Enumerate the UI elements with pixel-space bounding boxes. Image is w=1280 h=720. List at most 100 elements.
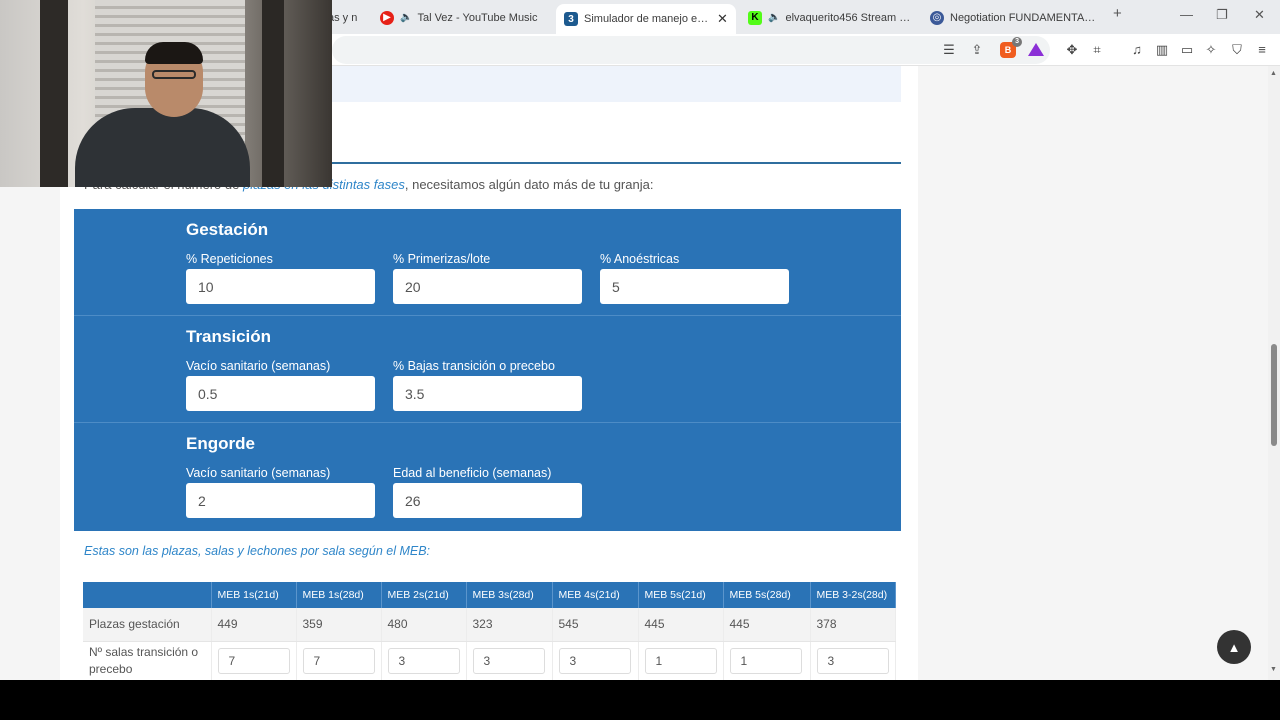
salas-input[interactable] <box>816 648 889 674</box>
meb-table: MEB 1s(21d) MEB 1s(28d) MEB 2s(21d) MEB … <box>83 582 896 680</box>
field-primerizas: % Primerizas/lote <box>393 252 582 304</box>
page-margin-right <box>918 66 1268 680</box>
rewards-icon[interactable] <box>1028 43 1044 56</box>
input-anoestricas[interactable] <box>600 269 789 304</box>
field-anoestricas: % Anoéstricas <box>600 252 789 304</box>
tab-negotiation[interactable]: ◎ Negotiation FUNDAMENTAL - F <box>922 5 1107 30</box>
table-cell: 359 <box>296 608 382 642</box>
table-cell: 480 <box>381 608 467 642</box>
label-anoestricas: % Anoéstricas <box>600 252 680 266</box>
input-vacio-transicion[interactable] <box>186 376 375 411</box>
page-scrollbar[interactable]: ▲ ▼ <box>1268 66 1280 680</box>
table-cell: 323 <box>466 608 553 642</box>
simulador-favicon-icon: 3 <box>564 12 578 26</box>
tab-simulador[interactable]: 3 Simulador de manejo en ba ✕ <box>556 4 736 34</box>
label-repeticiones: % Repeticiones <box>186 252 273 266</box>
table-cell: 449 <box>211 608 297 642</box>
webcam-person-body <box>75 108 250 187</box>
label-vacio-engorde: Vacío sanitario (semanas) <box>186 466 331 480</box>
scroll-up-arrow-icon[interactable]: ▲ <box>1270 70 1277 77</box>
meb-col-header: MEB 1s(21d) <box>211 582 297 608</box>
section-divider <box>332 162 901 164</box>
salas-input[interactable] <box>558 648 631 674</box>
speaker-icon: 🔈 <box>400 12 413 23</box>
webcam-overlay <box>0 0 332 187</box>
leo-ai-icon[interactable]: ✧ <box>1203 42 1219 58</box>
table-cell <box>810 641 896 680</box>
meb-col-header: MEB 1s(28d) <box>296 582 382 608</box>
tab-kick-stream-label: elvaquerito456 Stream - Wat <box>785 11 912 24</box>
vpn-icon[interactable]: ⛉ <box>1229 42 1245 58</box>
label-edad-beneficio: Edad al beneficio (semanas) <box>393 466 552 480</box>
reader-icon[interactable]: ☰ <box>941 42 957 58</box>
tab-negotiation-label: Negotiation FUNDAMENTAL - F <box>950 11 1099 24</box>
label-primerizas: % Primerizas/lote <box>393 252 491 266</box>
scroll-to-top-button[interactable]: ▲ <box>1217 630 1251 664</box>
new-tab-icon[interactable]: + <box>1113 5 1122 22</box>
tab-kick-stream[interactable]: K 🔈 elvaquerito456 Stream - Wat <box>740 5 920 30</box>
close-icon[interactable]: ✕ <box>717 11 728 27</box>
table-cell <box>638 641 724 680</box>
tab-youtube-music[interactable]: ▶ 🔈 Tal Vez - YouTube Music <box>372 5 550 30</box>
salas-input[interactable] <box>217 648 290 674</box>
row-label-plazas-gestacion: Plazas gestación <box>83 608 212 642</box>
input-edad-beneficio[interactable] <box>393 483 582 518</box>
letterbox-bar <box>0 680 1280 720</box>
media-icon[interactable]: ♫ <box>1129 42 1145 58</box>
table-cell: 445 <box>638 608 724 642</box>
screenshot-icon[interactable]: ⌗ <box>1089 42 1105 58</box>
table-row: Plazas gestación 449 359 480 323 545 445… <box>83 608 896 642</box>
wallet-icon[interactable]: ▭ <box>1179 42 1195 58</box>
label-bajas-transicion: % Bajas transición o precebo <box>393 359 555 373</box>
table-cell: 445 <box>723 608 811 642</box>
intro-suffix: , necesitamos algún dato más de tu granj… <box>404 177 654 192</box>
input-primerizas[interactable] <box>393 269 582 304</box>
section-transicion: Transición Vacío sanitario (semanas) % B… <box>74 316 901 423</box>
share-icon[interactable]: ⇪ <box>969 42 985 58</box>
kick-favicon-icon: K <box>748 10 762 25</box>
salas-input[interactable] <box>729 648 802 674</box>
menu-icon[interactable]: ≡ <box>1254 42 1270 58</box>
input-vacio-engorde[interactable] <box>186 483 375 518</box>
field-repeticiones: % Repeticiones <box>186 252 375 304</box>
webcam-bg-frame <box>40 0 68 187</box>
chevron-up-icon: ▲ <box>1227 639 1241 655</box>
table-cell <box>211 641 297 680</box>
close-window-icon[interactable]: ✕ <box>1254 7 1265 23</box>
speaker-icon: 🔈 <box>768 12 781 23</box>
table-cell: 378 <box>810 608 896 642</box>
tab-1-label: as y n <box>328 11 358 24</box>
salas-input[interactable] <box>472 648 545 674</box>
field-bajas-transicion: % Bajas transición o precebo <box>393 359 582 411</box>
sidebar-icon[interactable]: ▥ <box>1154 42 1170 58</box>
section-title-transicion: Transición <box>186 327 272 346</box>
meb-col-header: MEB 5s(21d) <box>638 582 724 608</box>
table-cell: 545 <box>552 608 639 642</box>
salas-input[interactable] <box>644 648 717 674</box>
salas-input[interactable] <box>302 648 375 674</box>
extensions-icon[interactable]: ✥ <box>1064 42 1080 58</box>
meb-header-row: MEB 1s(21d) MEB 1s(28d) MEB 2s(21d) MEB … <box>83 582 896 608</box>
farm-data-form: Gestación % Repeticiones % Primerizas/lo… <box>74 209 901 531</box>
webcam-person-hair <box>145 42 203 64</box>
minimize-icon[interactable]: — <box>1180 7 1193 22</box>
brave-shield-icon[interactable]: B3 <box>1000 37 1022 58</box>
section-gestacion: Gestación % Repeticiones % Primerizas/lo… <box>74 209 901 316</box>
field-edad-beneficio: Edad al beneficio (semanas) <box>393 466 582 518</box>
field-vacio-transicion: Vacío sanitario (semanas) <box>186 359 375 411</box>
input-repeticiones[interactable] <box>186 269 375 304</box>
meb-caption: Estas son las plazas, salas y lechones p… <box>84 544 431 558</box>
restore-icon[interactable]: ❐ <box>1216 7 1228 23</box>
salas-input[interactable] <box>387 648 460 674</box>
tab-youtube-music-label: Tal Vez - YouTube Music <box>417 11 538 24</box>
section-title-engorde: Engorde <box>186 434 255 453</box>
scroll-down-arrow-icon[interactable]: ▼ <box>1270 666 1277 673</box>
brave-badge: 3 <box>1012 37 1022 47</box>
input-bajas-transicion[interactable] <box>393 376 582 411</box>
scroll-thumb[interactable] <box>1271 344 1277 446</box>
tab-simulador-label: Simulador de manejo en ba <box>584 13 709 25</box>
table-row: Nº salas transición o precebo <box>83 641 896 680</box>
webcam-bg-frame <box>262 0 284 187</box>
table-cell <box>466 641 553 680</box>
section-title-gestacion: Gestación <box>186 220 269 239</box>
